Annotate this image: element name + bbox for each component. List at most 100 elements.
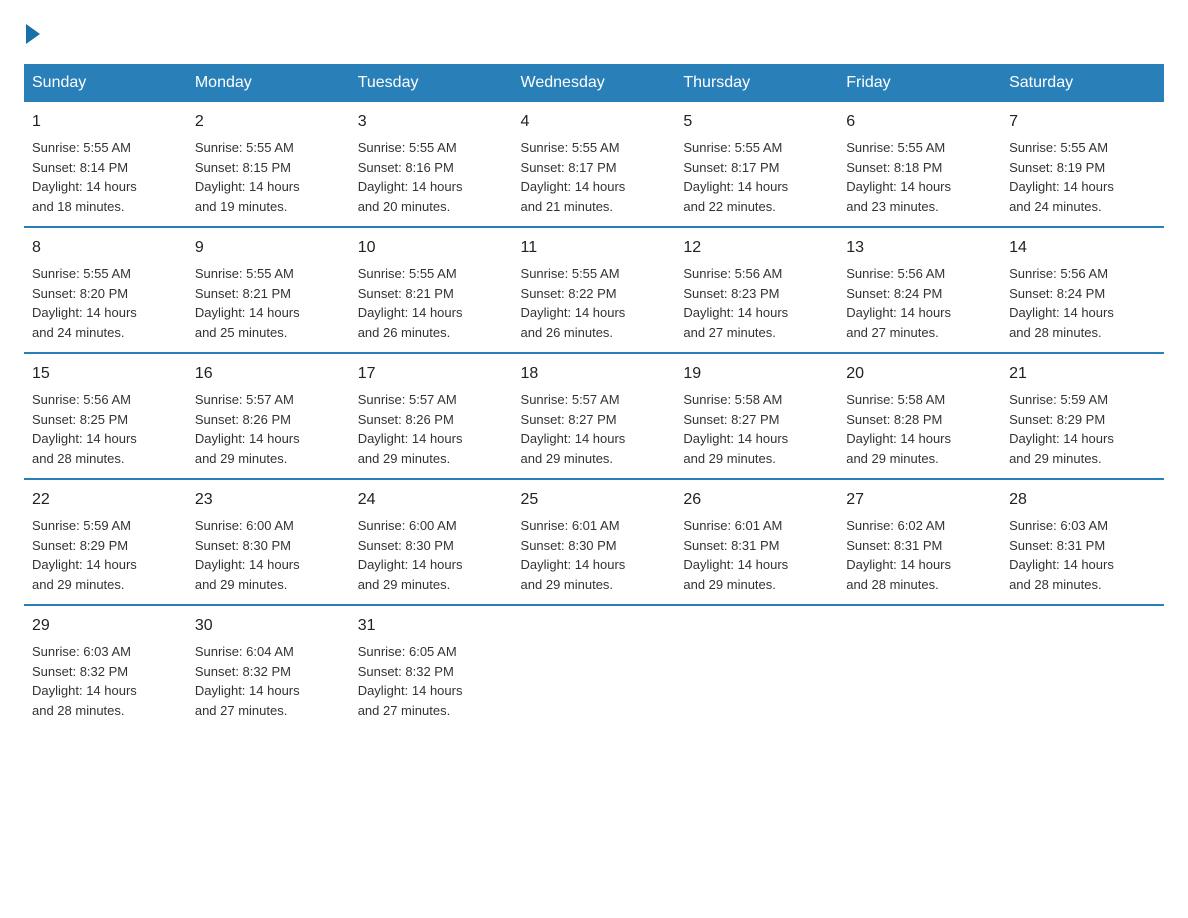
day-number: 27	[846, 488, 993, 512]
day-number: 1	[32, 110, 179, 134]
day-info: Sunrise: 5:59 AM Sunset: 8:29 PM Dayligh…	[32, 518, 137, 592]
column-header-sunday: Sunday	[24, 64, 187, 102]
day-number: 9	[195, 236, 342, 260]
day-info: Sunrise: 6:01 AM Sunset: 8:31 PM Dayligh…	[683, 518, 788, 592]
day-number: 31	[358, 614, 505, 638]
calendar-day-cell	[1001, 605, 1164, 730]
calendar-day-cell: 20 Sunrise: 5:58 AM Sunset: 8:28 PM Dayl…	[838, 353, 1001, 479]
day-info: Sunrise: 5:57 AM Sunset: 8:26 PM Dayligh…	[358, 392, 463, 466]
calendar-day-cell: 7 Sunrise: 5:55 AM Sunset: 8:19 PM Dayli…	[1001, 102, 1164, 227]
column-header-monday: Monday	[187, 64, 350, 102]
calendar-week-row: 8 Sunrise: 5:55 AM Sunset: 8:20 PM Dayli…	[24, 227, 1164, 353]
day-number: 24	[358, 488, 505, 512]
day-number: 25	[521, 488, 668, 512]
day-number: 18	[521, 362, 668, 386]
day-info: Sunrise: 5:56 AM Sunset: 8:24 PM Dayligh…	[1009, 266, 1114, 340]
calendar-day-cell: 31 Sunrise: 6:05 AM Sunset: 8:32 PM Dayl…	[350, 605, 513, 730]
calendar-day-cell: 3 Sunrise: 5:55 AM Sunset: 8:16 PM Dayli…	[350, 102, 513, 227]
day-number: 30	[195, 614, 342, 638]
day-info: Sunrise: 6:00 AM Sunset: 8:30 PM Dayligh…	[195, 518, 300, 592]
day-number: 28	[1009, 488, 1156, 512]
day-info: Sunrise: 5:58 AM Sunset: 8:27 PM Dayligh…	[683, 392, 788, 466]
day-info: Sunrise: 5:55 AM Sunset: 8:21 PM Dayligh…	[358, 266, 463, 340]
day-number: 7	[1009, 110, 1156, 134]
day-number: 12	[683, 236, 830, 260]
calendar-week-row: 22 Sunrise: 5:59 AM Sunset: 8:29 PM Dayl…	[24, 479, 1164, 605]
calendar-day-cell: 4 Sunrise: 5:55 AM Sunset: 8:17 PM Dayli…	[513, 102, 676, 227]
calendar-day-cell: 28 Sunrise: 6:03 AM Sunset: 8:31 PM Dayl…	[1001, 479, 1164, 605]
day-info: Sunrise: 5:55 AM Sunset: 8:16 PM Dayligh…	[358, 140, 463, 214]
column-header-thursday: Thursday	[675, 64, 838, 102]
calendar-day-cell: 16 Sunrise: 5:57 AM Sunset: 8:26 PM Dayl…	[187, 353, 350, 479]
day-number: 11	[521, 236, 668, 260]
calendar-day-cell: 26 Sunrise: 6:01 AM Sunset: 8:31 PM Dayl…	[675, 479, 838, 605]
calendar-week-row: 15 Sunrise: 5:56 AM Sunset: 8:25 PM Dayl…	[24, 353, 1164, 479]
day-number: 21	[1009, 362, 1156, 386]
calendar-day-cell: 6 Sunrise: 5:55 AM Sunset: 8:18 PM Dayli…	[838, 102, 1001, 227]
day-number: 8	[32, 236, 179, 260]
day-info: Sunrise: 5:55 AM Sunset: 8:20 PM Dayligh…	[32, 266, 137, 340]
calendar-header-row: SundayMondayTuesdayWednesdayThursdayFrid…	[24, 64, 1164, 102]
column-header-tuesday: Tuesday	[350, 64, 513, 102]
day-number: 3	[358, 110, 505, 134]
calendar-day-cell: 27 Sunrise: 6:02 AM Sunset: 8:31 PM Dayl…	[838, 479, 1001, 605]
day-info: Sunrise: 6:05 AM Sunset: 8:32 PM Dayligh…	[358, 644, 463, 718]
day-number: 13	[846, 236, 993, 260]
day-info: Sunrise: 5:56 AM Sunset: 8:24 PM Dayligh…	[846, 266, 951, 340]
column-header-wednesday: Wednesday	[513, 64, 676, 102]
calendar-day-cell: 22 Sunrise: 5:59 AM Sunset: 8:29 PM Dayl…	[24, 479, 187, 605]
page-header	[24, 24, 1164, 44]
calendar-day-cell: 30 Sunrise: 6:04 AM Sunset: 8:32 PM Dayl…	[187, 605, 350, 730]
day-number: 26	[683, 488, 830, 512]
day-number: 22	[32, 488, 179, 512]
calendar-day-cell: 12 Sunrise: 5:56 AM Sunset: 8:23 PM Dayl…	[675, 227, 838, 353]
day-number: 10	[358, 236, 505, 260]
day-number: 20	[846, 362, 993, 386]
day-info: Sunrise: 5:55 AM Sunset: 8:21 PM Dayligh…	[195, 266, 300, 340]
day-info: Sunrise: 6:04 AM Sunset: 8:32 PM Dayligh…	[195, 644, 300, 718]
day-info: Sunrise: 5:55 AM Sunset: 8:17 PM Dayligh…	[683, 140, 788, 214]
day-info: Sunrise: 5:55 AM Sunset: 8:15 PM Dayligh…	[195, 140, 300, 214]
calendar-day-cell: 8 Sunrise: 5:55 AM Sunset: 8:20 PM Dayli…	[24, 227, 187, 353]
day-info: Sunrise: 5:55 AM Sunset: 8:22 PM Dayligh…	[521, 266, 626, 340]
calendar-week-row: 1 Sunrise: 5:55 AM Sunset: 8:14 PM Dayli…	[24, 102, 1164, 227]
logo	[24, 24, 42, 44]
day-number: 29	[32, 614, 179, 638]
day-info: Sunrise: 6:00 AM Sunset: 8:30 PM Dayligh…	[358, 518, 463, 592]
day-info: Sunrise: 5:55 AM Sunset: 8:19 PM Dayligh…	[1009, 140, 1114, 214]
day-info: Sunrise: 5:59 AM Sunset: 8:29 PM Dayligh…	[1009, 392, 1114, 466]
day-info: Sunrise: 6:03 AM Sunset: 8:31 PM Dayligh…	[1009, 518, 1114, 592]
calendar-day-cell: 15 Sunrise: 5:56 AM Sunset: 8:25 PM Dayl…	[24, 353, 187, 479]
calendar-day-cell: 2 Sunrise: 5:55 AM Sunset: 8:15 PM Dayli…	[187, 102, 350, 227]
day-info: Sunrise: 6:02 AM Sunset: 8:31 PM Dayligh…	[846, 518, 951, 592]
calendar-table: SundayMondayTuesdayWednesdayThursdayFrid…	[24, 64, 1164, 730]
calendar-day-cell	[675, 605, 838, 730]
calendar-day-cell: 24 Sunrise: 6:00 AM Sunset: 8:30 PM Dayl…	[350, 479, 513, 605]
day-number: 14	[1009, 236, 1156, 260]
day-info: Sunrise: 5:55 AM Sunset: 8:18 PM Dayligh…	[846, 140, 951, 214]
calendar-day-cell: 29 Sunrise: 6:03 AM Sunset: 8:32 PM Dayl…	[24, 605, 187, 730]
day-number: 5	[683, 110, 830, 134]
day-info: Sunrise: 5:58 AM Sunset: 8:28 PM Dayligh…	[846, 392, 951, 466]
calendar-day-cell: 18 Sunrise: 5:57 AM Sunset: 8:27 PM Dayl…	[513, 353, 676, 479]
calendar-day-cell: 17 Sunrise: 5:57 AM Sunset: 8:26 PM Dayl…	[350, 353, 513, 479]
day-info: Sunrise: 5:55 AM Sunset: 8:14 PM Dayligh…	[32, 140, 137, 214]
calendar-day-cell: 23 Sunrise: 6:00 AM Sunset: 8:30 PM Dayl…	[187, 479, 350, 605]
calendar-day-cell: 9 Sunrise: 5:55 AM Sunset: 8:21 PM Dayli…	[187, 227, 350, 353]
logo-arrow-icon	[26, 24, 40, 44]
calendar-day-cell: 21 Sunrise: 5:59 AM Sunset: 8:29 PM Dayl…	[1001, 353, 1164, 479]
calendar-week-row: 29 Sunrise: 6:03 AM Sunset: 8:32 PM Dayl…	[24, 605, 1164, 730]
calendar-day-cell	[838, 605, 1001, 730]
day-number: 19	[683, 362, 830, 386]
day-info: Sunrise: 5:57 AM Sunset: 8:27 PM Dayligh…	[521, 392, 626, 466]
day-number: 4	[521, 110, 668, 134]
calendar-day-cell: 19 Sunrise: 5:58 AM Sunset: 8:27 PM Dayl…	[675, 353, 838, 479]
day-info: Sunrise: 5:56 AM Sunset: 8:23 PM Dayligh…	[683, 266, 788, 340]
day-info: Sunrise: 5:56 AM Sunset: 8:25 PM Dayligh…	[32, 392, 137, 466]
column-header-saturday: Saturday	[1001, 64, 1164, 102]
day-info: Sunrise: 5:57 AM Sunset: 8:26 PM Dayligh…	[195, 392, 300, 466]
day-number: 16	[195, 362, 342, 386]
day-number: 23	[195, 488, 342, 512]
calendar-day-cell: 13 Sunrise: 5:56 AM Sunset: 8:24 PM Dayl…	[838, 227, 1001, 353]
calendar-day-cell: 11 Sunrise: 5:55 AM Sunset: 8:22 PM Dayl…	[513, 227, 676, 353]
